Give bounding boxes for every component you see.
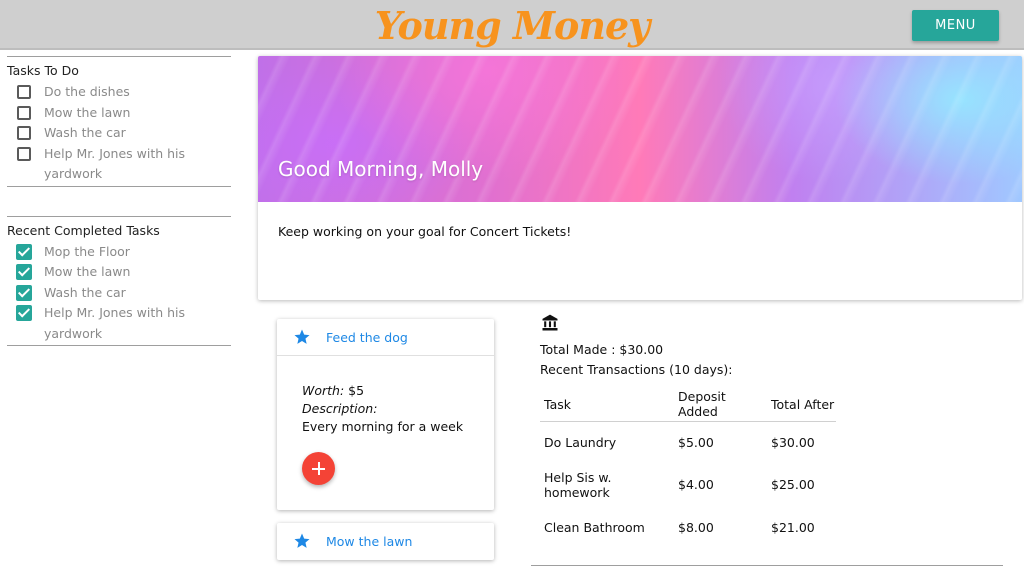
task-card-header[interactable]: Mow the lawn bbox=[277, 523, 494, 560]
task-card: Mow the lawn bbox=[277, 523, 494, 560]
transaction-task: Clean Bathroom bbox=[544, 519, 645, 535]
transaction-deposit: $5.00 bbox=[678, 435, 714, 450]
bank-icon bbox=[542, 314, 558, 331]
recent-transactions-label: Recent Transactions (10 days): bbox=[540, 362, 733, 377]
todo-item-label: Do the dishes bbox=[44, 84, 130, 99]
table-row: Do Laundry $5.00 $30.00 bbox=[540, 421, 836, 464]
worth-value: $5 bbox=[348, 383, 365, 398]
todo-item[interactable]: Wash the car bbox=[7, 123, 231, 144]
table-row: Help Sis w. homework $4.00 $25.00 bbox=[540, 464, 836, 507]
completed-item-label: Mop the Floor bbox=[44, 243, 130, 259]
star-icon bbox=[294, 329, 310, 344]
greeting-card: Good Morning, Molly Keep working on your… bbox=[258, 56, 1022, 300]
checkbox[interactable] bbox=[17, 85, 31, 99]
column-header-deposit: Deposit Added bbox=[674, 388, 767, 422]
greeting-title: Good Morning, Molly bbox=[278, 157, 484, 181]
column-header-task: Task bbox=[540, 388, 674, 422]
sidebar: Tasks To Do Do the dishes Mow the lawn W… bbox=[7, 56, 231, 346]
transaction-deposit: $4.00 bbox=[678, 477, 714, 493]
table-row: Clean Bathroom $8.00 $21.00 bbox=[540, 506, 836, 549]
todo-item[interactable]: Mow the lawn bbox=[7, 103, 231, 124]
transaction-task: Help Sis w. homework bbox=[544, 469, 612, 500]
completed-item-label: Wash the car bbox=[44, 284, 126, 300]
tasks-to-do-title: Tasks To Do bbox=[7, 63, 79, 78]
column-header-total: Total After bbox=[767, 388, 836, 422]
todo-item-label: Mow the lawn bbox=[44, 104, 131, 120]
todo-item-label: Help Mr. Jones with his yardwork bbox=[44, 145, 186, 182]
completed-item[interactable]: Mop the Floor bbox=[7, 242, 231, 263]
task-title[interactable]: Feed the dog bbox=[326, 330, 408, 345]
completed-tasks-title: Recent Completed Tasks bbox=[7, 222, 160, 238]
brand-logo[interactable]: Young Money bbox=[0, 2, 1024, 50]
goal-message: Keep working on your goal for Concert Ti… bbox=[278, 224, 572, 239]
completed-item[interactable]: Wash the car bbox=[7, 283, 231, 304]
completed-item-label: Mow the lawn bbox=[44, 264, 131, 279]
task-title[interactable]: Mow the lawn bbox=[326, 534, 412, 549]
todo-item[interactable]: Help Mr. Jones with his yardwork bbox=[7, 144, 231, 185]
checked-checkbox[interactable] bbox=[16, 264, 32, 280]
transaction-total: $30.00 bbox=[771, 435, 815, 450]
transaction-deposit: $8.00 bbox=[678, 519, 714, 535]
task-details: Worth: $5 Description: Every morning for… bbox=[302, 382, 463, 436]
star-icon bbox=[294, 533, 310, 548]
completed-item-label: Help Mr. Jones with his yardwork bbox=[44, 305, 186, 341]
table-header-row: Task Deposit Added Total After bbox=[540, 388, 836, 422]
checkbox[interactable] bbox=[17, 126, 31, 140]
total-made: Total Made : $30.00 bbox=[540, 342, 664, 357]
tasks-to-do-section: Tasks To Do Do the dishes Mow the lawn W… bbox=[7, 56, 231, 187]
transaction-task: Do Laundry bbox=[544, 435, 617, 450]
completed-item[interactable]: Help Mr. Jones with his yardwork bbox=[7, 303, 231, 344]
menu-button[interactable]: MENU bbox=[912, 10, 999, 41]
task-card: Feed the dog Worth: $5 Description: Ever… bbox=[277, 319, 494, 510]
checked-checkbox[interactable] bbox=[16, 305, 32, 321]
checked-checkbox[interactable] bbox=[16, 243, 32, 260]
description-label: Description: bbox=[302, 401, 378, 416]
add-task-button[interactable] bbox=[302, 452, 335, 485]
top-app-bar: Young Money MENU bbox=[0, 0, 1024, 50]
checkbox[interactable] bbox=[17, 146, 31, 161]
completed-item[interactable]: Mow the lawn bbox=[7, 262, 231, 283]
worth-label: Worth: bbox=[302, 383, 345, 398]
transactions-table: Task Deposit Added Total After Do Laundr… bbox=[540, 388, 836, 549]
task-card-header[interactable]: Feed the dog bbox=[277, 319, 494, 356]
description-text: Every morning for a week bbox=[302, 419, 464, 434]
checked-checkbox[interactable] bbox=[16, 284, 32, 301]
divider bbox=[531, 565, 1003, 566]
transaction-total: $25.00 bbox=[771, 477, 815, 493]
completed-tasks-section: Recent Completed Tasks Mop the Floor Mow… bbox=[7, 215, 231, 346]
checkbox[interactable] bbox=[17, 105, 31, 120]
todo-item[interactable]: Do the dishes bbox=[7, 82, 231, 103]
todo-item-label: Wash the car bbox=[44, 125, 126, 140]
transaction-total: $21.00 bbox=[771, 519, 815, 535]
